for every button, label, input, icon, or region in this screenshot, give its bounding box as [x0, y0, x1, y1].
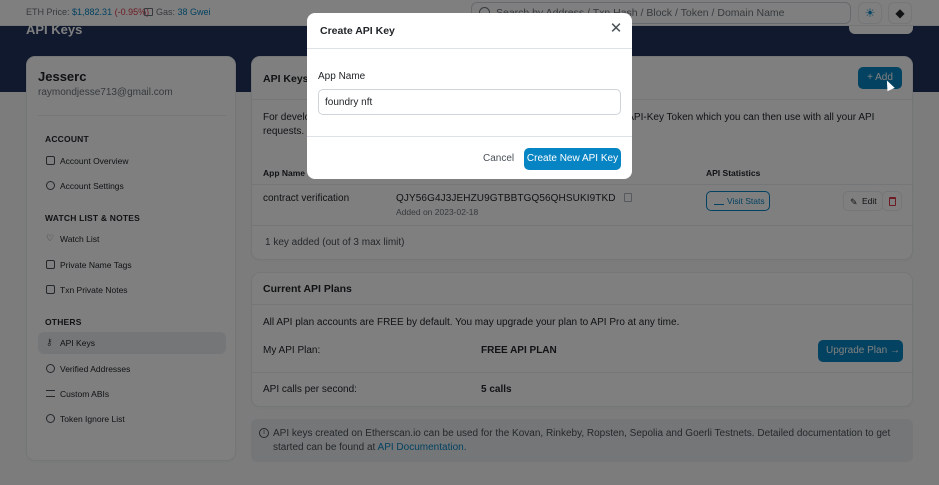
close-icon[interactable]: ✕ — [609, 21, 623, 37]
app-name-input[interactable] — [318, 89, 621, 115]
create-api-key-button[interactable]: Create New API Key — [524, 148, 621, 170]
modal-header: Create API Key ✕ — [307, 13, 632, 49]
create-api-key-modal: Create API Key ✕ App Name Cancel Create … — [307, 13, 632, 179]
app-name-label: App Name — [318, 71, 366, 82]
modal-footer: Cancel Create New API Key — [307, 136, 632, 179]
modal-title: Create API Key — [320, 25, 395, 37]
cancel-button[interactable]: Cancel — [483, 153, 514, 164]
